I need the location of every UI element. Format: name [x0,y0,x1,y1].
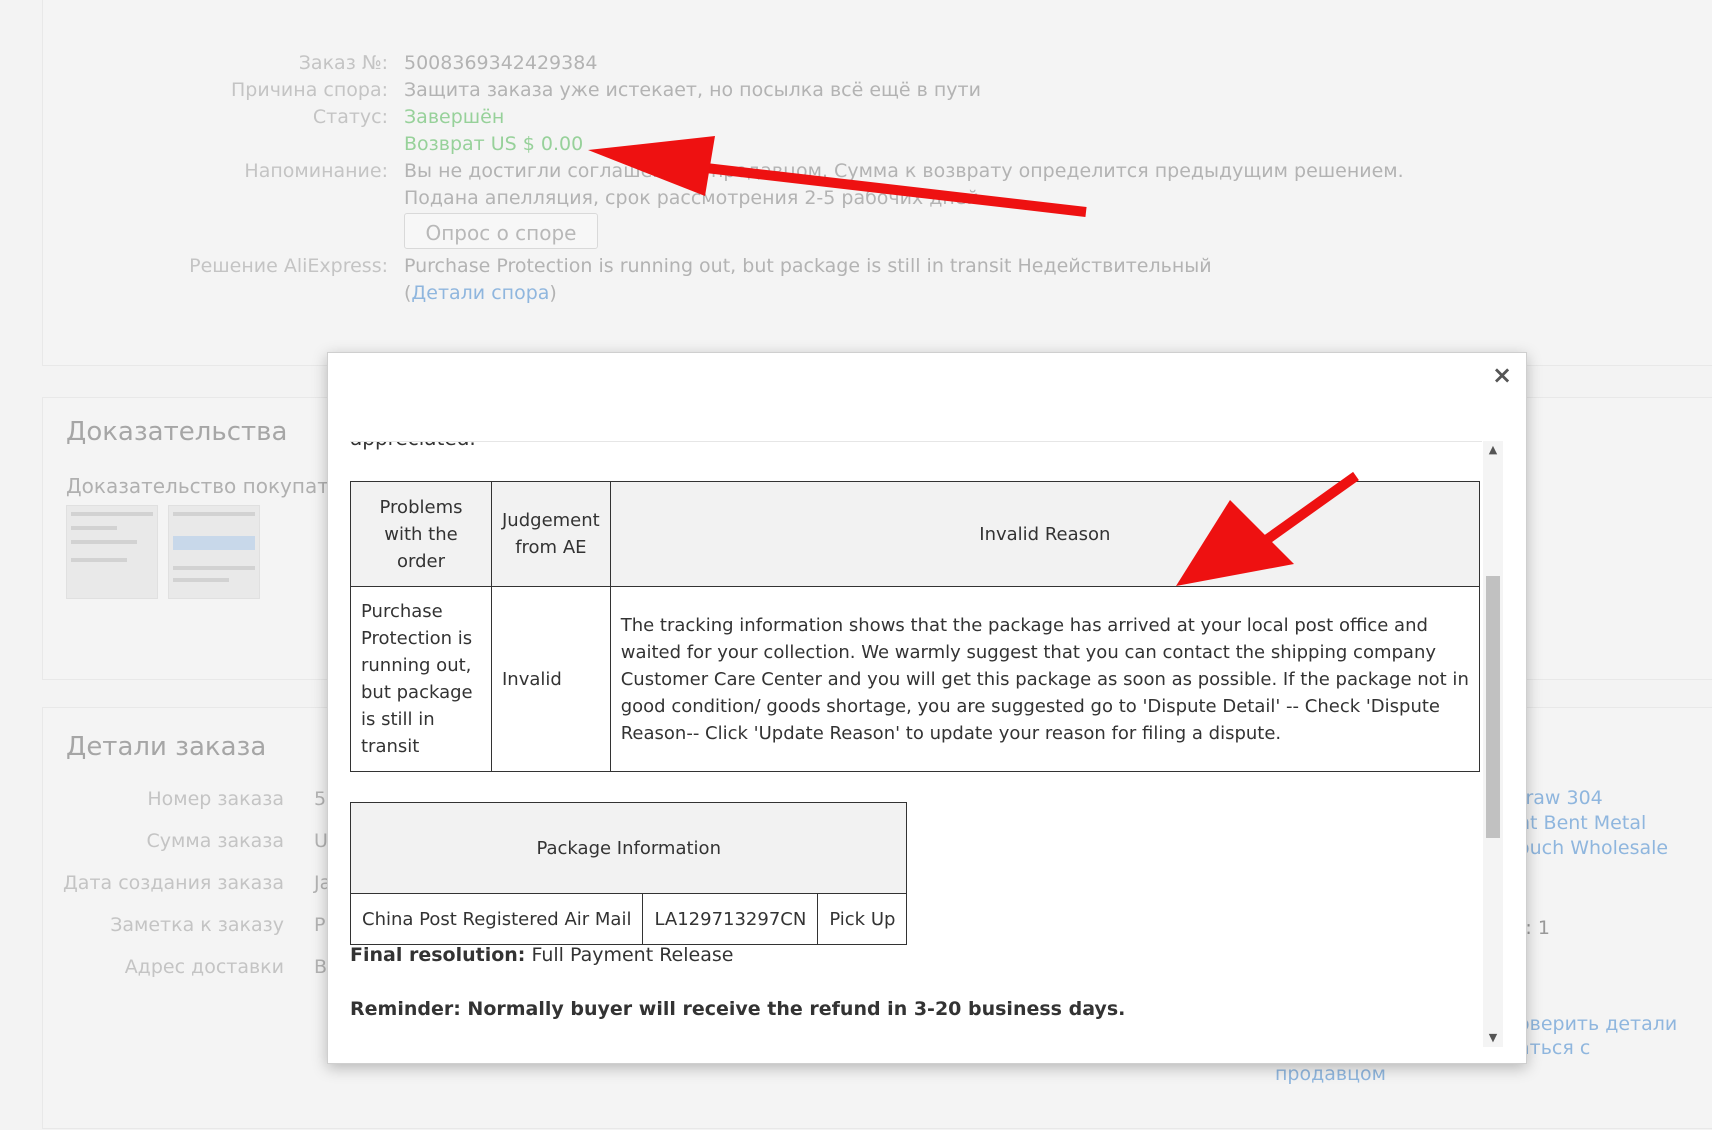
package-info-table: Package Information China Post Registere… [350,802,908,945]
final-resolution-label: Final resolution: [350,944,526,966]
reminder-label: Напоминание: [244,160,388,182]
scroll-thumb[interactable] [1486,576,1500,838]
product-link-line-2[interactable]: ht Bent Metal [1518,812,1646,834]
contact-seller-link[interactable]: продавцом [1275,1063,1386,1085]
product-link-line-1[interactable]: traw 304 [1518,787,1603,809]
delivery-address-row-label: Адрес доставки [124,956,284,978]
judgement-table: Problems with the order Judgement from A… [350,481,1481,772]
order-note-row-value: P [314,914,326,936]
product-link-line-3[interactable]: ouch Wholesale [1518,837,1668,859]
header-invalid-reason: Invalid Reason [609,481,1481,587]
order-number-label: Заказ №: [298,52,388,74]
close-icon[interactable]: × [1490,363,1514,387]
status-label: Статус: [312,106,388,128]
order-number-value: 5008369342429384 [404,52,598,74]
header-judgement: Judgement from AE [491,481,611,587]
dispute-detail-modal: × appreciated. Problems with the order J… [327,352,1527,1064]
delivery-address-row-value: B [314,956,328,978]
final-resolution-value: Full Payment Release [525,944,734,966]
dispute-reason-label: Причина спора: [231,79,388,101]
order-number-row-label: Номер заказа [147,788,284,810]
dispute-details-line: (Детали спора) [404,282,557,304]
dispute-survey-button[interactable]: Опрос о споре [404,213,598,249]
header-problems: Problems with the order [350,481,492,587]
order-amount-row-value: U [314,830,328,852]
reason-cell: The tracking information shows that the … [609,586,1481,772]
buyer-evidence-label: Доказательство покупателя [66,474,366,498]
scroll-down-icon[interactable]: ▼ [1483,1029,1503,1047]
reminder-line-1: Вы не достигли соглашения с продавцом. С… [404,160,1404,182]
evidence-thumbnail-1[interactable] [66,505,158,599]
judgement-cell: Invalid [491,586,611,772]
evidence-thumbnail-2[interactable] [168,505,260,599]
order-note-row-label: Заметка к заказу [110,914,284,936]
dispute-info-panel [42,0,1712,366]
paren-close: ) [549,282,557,304]
order-date-row-label: Дата создания заказа [62,872,284,894]
aliexpress-decision-label: Решение AliExpress: [189,255,388,277]
refund-reminder: Reminder: Normally buyer will receive th… [350,998,1126,1020]
check-details-link-line-1[interactable]: оверить детали [1518,1013,1677,1035]
order-amount-row-label: Сумма заказа [146,830,284,852]
clipped-text: appreciated. [350,442,476,450]
modal-scrollbar[interactable]: ▲ ▼ [1483,441,1503,1047]
order-details-title: Детали заказа [66,732,267,762]
modal-scroll-content[interactable]: appreciated. Problems with the order Jud… [350,441,1482,1048]
package-info-header: Package Information [350,802,908,894]
refund-amount: Возврат US $ 0.00 [404,133,584,155]
table-row: Purchase Protection is running out, but … [350,586,1481,772]
shipping-method-cell: China Post Registered Air Mail [350,893,644,945]
scroll-up-icon[interactable]: ▲ [1483,441,1503,459]
status-value: Завершён [404,106,505,128]
tracking-number-cell: LA129713297CN [642,893,819,945]
delivery-status-cell: Pick Up [817,893,908,945]
dispute-details-link[interactable]: Детали спора [411,282,549,304]
problem-cell: Purchase Protection is running out, but … [350,586,492,772]
final-resolution: Final resolution: Full Payment Release [350,944,733,966]
aliexpress-decision-value: Purchase Protection is running out, but … [404,255,1212,277]
reminder-line-2: Подана апелляция, срок рассмотрения 2-5 … [404,187,985,209]
check-details-link-line-2[interactable]: аться с [1518,1037,1590,1059]
table-row: China Post Registered Air Mail LA1297132… [350,893,908,945]
dispute-reason-value: Защита заказа уже истекает, но посылка в… [404,79,981,101]
evidence-title: Доказательства [66,417,288,447]
